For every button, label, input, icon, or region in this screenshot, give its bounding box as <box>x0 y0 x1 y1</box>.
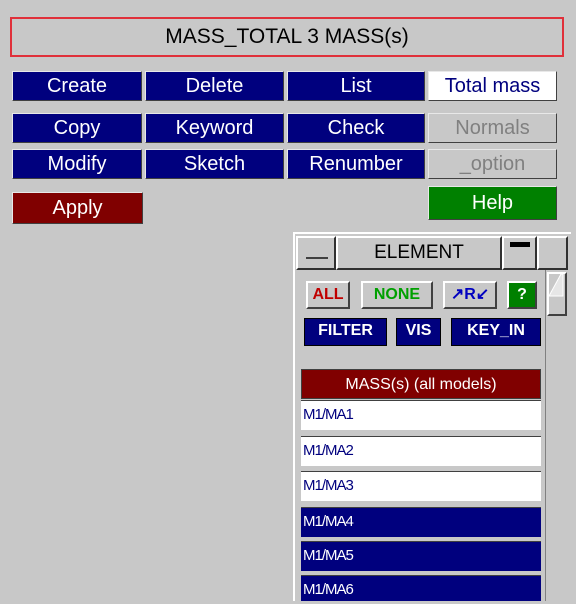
list-button[interactable]: List <box>287 71 425 101</box>
create-button[interactable]: Create <box>12 71 142 101</box>
select-all-button[interactable]: ALL <box>306 281 350 309</box>
list-item[interactable]: M1/MA4 <box>301 507 541 537</box>
delete-button[interactable]: Delete <box>145 71 284 101</box>
list-header: MASS(s) (all models) <box>301 369 541 399</box>
reverse-selection-button[interactable]: ↗R↙ <box>443 281 497 309</box>
arrow-up-icon: ↗ <box>450 286 465 303</box>
help-button[interactable]: Help <box>428 186 557 220</box>
scroll-up-icon <box>548 273 564 297</box>
renumber-button[interactable]: Renumber <box>287 149 425 179</box>
bar-icon <box>510 242 530 247</box>
modify-button[interactable]: Modify <box>12 149 142 179</box>
copy-button[interactable]: Copy <box>12 113 142 143</box>
apply-button[interactable]: Apply <box>12 192 143 224</box>
minimize-button[interactable] <box>296 236 336 270</box>
scrollbar-thumb[interactable] <box>547 272 567 316</box>
option-button[interactable]: _option <box>428 149 557 179</box>
reverse-label: R <box>464 286 476 303</box>
total-mass-button[interactable]: Total mass <box>428 71 557 101</box>
maximize-button[interactable] <box>502 236 537 270</box>
window-button[interactable] <box>537 236 568 270</box>
select-none-button[interactable]: NONE <box>361 281 433 309</box>
check-button[interactable]: Check <box>287 113 425 143</box>
keyword-button[interactable]: Keyword <box>145 113 284 143</box>
normals-button[interactable]: Normals <box>428 113 557 143</box>
scrollbar[interactable] <box>545 270 568 601</box>
window-title: MASS_TOTAL 3 MASS(s) <box>10 17 564 57</box>
sketch-button[interactable]: Sketch <box>145 149 284 179</box>
list-item[interactable]: M1/MA1 <box>301 400 541 430</box>
filter-button[interactable]: FILTER <box>304 318 387 346</box>
panel-help-button[interactable]: ? <box>507 281 537 309</box>
minimize-icon <box>306 257 328 259</box>
panel-header: ELEMENT <box>296 236 568 270</box>
list-item[interactable]: M1/MA3 <box>301 471 541 501</box>
list-item[interactable]: M1/MA2 <box>301 436 541 466</box>
key-in-button[interactable]: KEY_IN <box>451 318 541 346</box>
list-item[interactable]: M1/MA6 <box>301 575 541 601</box>
vis-button[interactable]: VIS <box>396 318 441 346</box>
arrow-down-icon: ↙ <box>475 286 490 303</box>
panel-title: ELEMENT <box>336 236 502 270</box>
list-item[interactable]: M1/MA5 <box>301 541 541 571</box>
